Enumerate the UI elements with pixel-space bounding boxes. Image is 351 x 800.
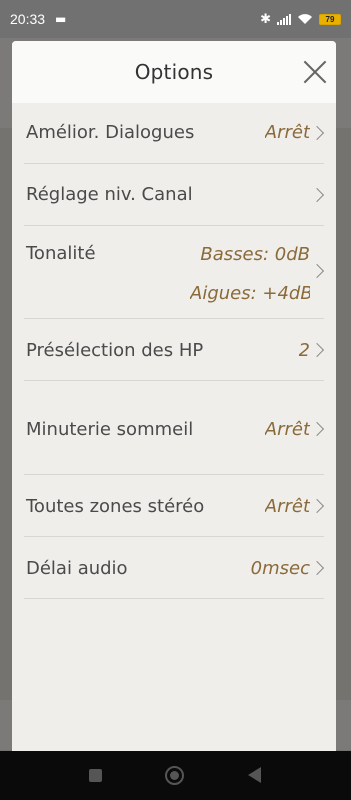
option-channel-level[interactable]: Réglage niv. Canal [24, 164, 325, 226]
navigation-bar [0, 751, 351, 800]
option-label: Délai audio [26, 558, 128, 579]
dialog-title: Options [134, 60, 214, 84]
option-label: Tonalité [26, 243, 96, 264]
chevron-right-icon [309, 560, 325, 576]
option-tone[interactable]: Tonalité Basses: 0dB Aigues: +4dB [24, 226, 325, 319]
home-icon[interactable] [165, 766, 184, 785]
signal-icon [277, 13, 291, 25]
option-sleep-timer[interactable]: Minuterie sommeil Arrêt [24, 381, 325, 475]
option-label: Minuterie sommeil [26, 419, 194, 440]
chevron-right-icon [309, 498, 325, 514]
wifi-icon [298, 14, 312, 24]
option-speaker-preset[interactable]: Présélection des HP 2 [24, 319, 325, 381]
status-icons: ✱ 79 [260, 12, 341, 27]
close-icon[interactable] [302, 59, 328, 85]
option-value: 2 [298, 340, 310, 361]
option-value: Arrêt [264, 419, 310, 440]
dialog-header: Options [12, 41, 336, 103]
chevron-right-icon [309, 421, 325, 437]
options-dialog: Options Amélior. Dialogues Arrêt Réglage… [12, 41, 336, 751]
option-all-zones-stereo[interactable]: Toutes zones stéréo Arrêt [24, 475, 325, 537]
option-label: Présélection des HP [26, 340, 204, 361]
option-value: Arrêt [264, 122, 310, 143]
option-value-treble: Aigues: +4dB [190, 283, 310, 304]
option-label: Réglage niv. Canal [26, 184, 193, 205]
status-bar: 20:33 ▬ ✱ 79 [0, 0, 351, 38]
chevron-right-icon [309, 342, 325, 358]
option-label: Amélior. Dialogues [26, 122, 195, 143]
option-audio-delay[interactable]: Délai audio 0msec [24, 537, 325, 599]
recent-apps-icon[interactable] [89, 769, 102, 782]
battery-icon: 79 [319, 13, 341, 25]
bluetooth-icon: ✱ [260, 11, 271, 27]
status-time: 20:33 [10, 11, 46, 27]
back-icon[interactable] [248, 767, 261, 783]
option-value: Arrêt [264, 496, 310, 517]
option-value-bass: Basses: 0dB [200, 244, 310, 265]
chevron-right-icon [309, 125, 325, 141]
notification-icon: ▬ [55, 12, 67, 26]
chevron-right-icon [309, 187, 325, 203]
option-label: Toutes zones stéréo [26, 496, 205, 517]
options-list: Amélior. Dialogues Arrêt Réglage niv. Ca… [12, 103, 336, 599]
option-value: 0msec [250, 558, 310, 579]
chevron-right-icon [309, 263, 325, 279]
option-dialog-enhancement[interactable]: Amélior. Dialogues Arrêt [24, 103, 325, 164]
